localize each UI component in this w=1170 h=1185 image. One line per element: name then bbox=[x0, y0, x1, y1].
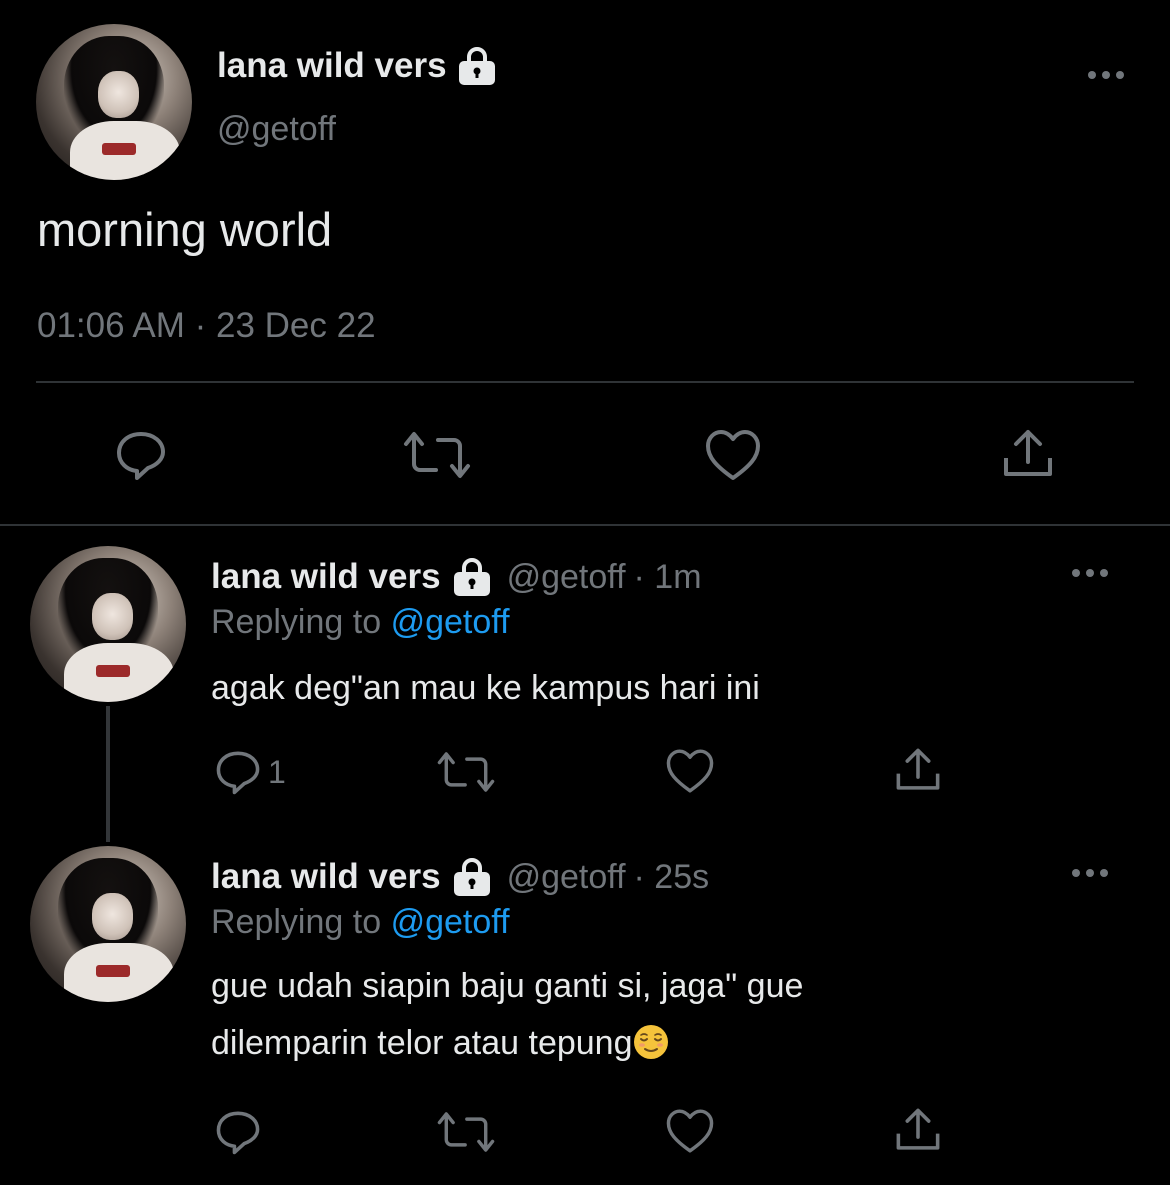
like-icon bbox=[665, 1107, 715, 1155]
retweet-icon bbox=[436, 750, 496, 794]
author-name-row: lana wild vers bbox=[217, 46, 497, 86]
reply-icon bbox=[214, 1108, 262, 1156]
share-button[interactable] bbox=[893, 1105, 943, 1155]
more-icon[interactable] bbox=[1086, 68, 1126, 82]
relieved-face-emoji-icon bbox=[633, 1021, 669, 1059]
reply-button[interactable] bbox=[214, 1108, 268, 1156]
tweet-timestamp[interactable]: 01:06 AM · 23 Dec 22 bbox=[37, 306, 376, 346]
replying-to-handle[interactable]: @getoff bbox=[391, 903, 510, 941]
divider bbox=[36, 381, 1134, 383]
reply-text: agak deg"an mau ke kampus hari ini bbox=[211, 669, 760, 707]
avatar[interactable] bbox=[30, 546, 186, 702]
display-name[interactable]: lana wild vers bbox=[211, 557, 441, 597]
lock-icon bbox=[451, 858, 493, 896]
retweet-icon bbox=[436, 1110, 496, 1154]
more-icon[interactable] bbox=[1070, 566, 1110, 580]
display-name[interactable]: lana wild vers bbox=[217, 46, 447, 86]
like-button[interactable] bbox=[704, 428, 762, 482]
replying-to-handle[interactable]: @getoff bbox=[391, 603, 510, 641]
more-icon[interactable] bbox=[1070, 866, 1110, 880]
retweet-icon bbox=[402, 430, 472, 480]
share-icon bbox=[893, 1105, 943, 1155]
like-button[interactable] bbox=[665, 1107, 715, 1155]
reply-header: lana wild vers @getoff · 1m bbox=[211, 557, 702, 597]
reply-time[interactable]: · 1m bbox=[634, 558, 702, 597]
author-handle[interactable]: @getoff bbox=[217, 110, 336, 149]
reply-button[interactable] bbox=[114, 428, 168, 482]
reply-text-line-content: dilemparin telor atau tepung bbox=[211, 1024, 633, 1062]
like-button[interactable] bbox=[665, 747, 715, 795]
section-divider bbox=[0, 524, 1170, 526]
reply-time[interactable]: · 25s bbox=[634, 858, 710, 897]
author-handle[interactable]: @getoff bbox=[507, 558, 626, 597]
author-handle[interactable]: @getoff bbox=[507, 858, 626, 897]
reply-text-line: gue udah siapin baju ganti si, jaga" gue bbox=[211, 967, 804, 1005]
replying-to: Replying to @getoff bbox=[211, 903, 510, 942]
retweet-button[interactable] bbox=[436, 750, 496, 794]
share-icon bbox=[1000, 426, 1056, 482]
replying-to-label: Replying to bbox=[211, 903, 382, 941]
display-name[interactable]: lana wild vers bbox=[211, 857, 441, 897]
like-icon bbox=[704, 428, 762, 482]
reply-text-line-2: dilemparin telor atau tepung bbox=[211, 1015, 803, 1072]
reply-header: lana wild vers @getoff · 25s bbox=[211, 857, 709, 897]
thread-line bbox=[106, 706, 110, 842]
retweet-button[interactable] bbox=[436, 1110, 496, 1154]
lock-icon bbox=[457, 47, 497, 85]
reply-icon bbox=[214, 748, 262, 796]
tweet-text: morning world bbox=[37, 203, 333, 256]
share-button[interactable] bbox=[1000, 426, 1056, 482]
replying-to-label: Replying to bbox=[211, 603, 382, 641]
replying-to: Replying to @getoff bbox=[211, 603, 510, 642]
reply-count: 1 bbox=[268, 753, 286, 790]
reply-text: gue udah siapin baju ganti si, jaga" gue… bbox=[211, 958, 803, 1072]
reply-button[interactable]: 1 bbox=[214, 748, 286, 796]
like-icon bbox=[665, 747, 715, 795]
lock-icon bbox=[451, 558, 493, 596]
share-button[interactable] bbox=[893, 745, 943, 795]
share-icon bbox=[893, 745, 943, 795]
reply-icon bbox=[114, 428, 168, 482]
avatar[interactable] bbox=[36, 24, 192, 180]
avatar[interactable] bbox=[30, 846, 186, 1002]
retweet-button[interactable] bbox=[402, 430, 472, 480]
